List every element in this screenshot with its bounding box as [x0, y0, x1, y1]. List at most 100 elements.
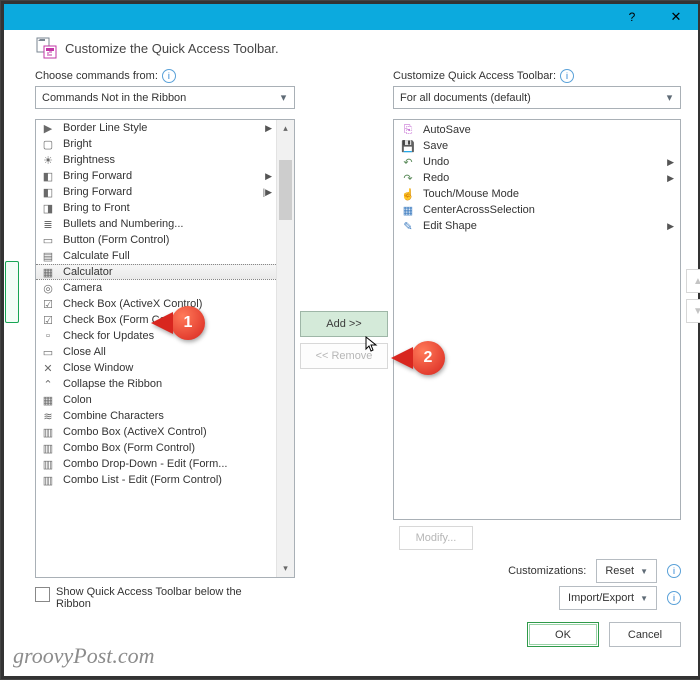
scroll-up-icon[interactable]: ▴ — [277, 120, 294, 137]
qat-item-label: AutoSave — [423, 124, 674, 136]
modify-button: Modify... — [399, 526, 473, 550]
scroll-thumb[interactable] — [279, 160, 292, 220]
command-icon: ⌃ — [40, 376, 56, 392]
list-item-label: Calculator — [63, 266, 272, 278]
list-item-label: Combo Box (ActiveX Control) — [63, 426, 272, 438]
customize-qat-dropdown[interactable]: For all documents (default) ▾ — [393, 86, 681, 109]
list-item-label: Combine Characters — [63, 410, 272, 422]
import-export-label: Import/Export — [568, 592, 634, 604]
caret-down-icon: ▼ — [640, 567, 648, 576]
info-icon[interactable]: i — [560, 69, 574, 83]
remove-button-label: << Remove — [316, 350, 373, 362]
qat-item[interactable]: 💾Save — [396, 138, 678, 154]
watermark: groovyPost.com — [13, 643, 155, 669]
import-export-button[interactable]: Import/Export ▼ — [559, 586, 657, 610]
reset-button[interactable]: Reset▼ — [596, 559, 657, 583]
dialog-buttons: OK Cancel — [527, 622, 681, 647]
background-ribbon-strip — [5, 261, 19, 323]
list-item[interactable]: ▦ Calculator — [36, 264, 276, 280]
list-item[interactable]: ▥Combo Drop-Down - Edit (Form... — [36, 456, 276, 472]
info-icon[interactable]: i — [667, 591, 681, 605]
qat-listbox[interactable]: ⎘AutoSave💾Save↶Undo▶↷Redo▶☝ Touch/Mouse M… — [393, 119, 681, 520]
command-icon: ▦ — [400, 202, 416, 218]
submenu-icon: ▶ — [667, 157, 674, 168]
options-panel: Customize the Quick Access Toolbar. Choo… — [35, 33, 681, 614]
list-item-label: Bring Forward — [63, 186, 272, 198]
add-button[interactable]: Add >> — [300, 311, 388, 337]
ok-button[interactable]: OK — [527, 622, 599, 647]
submenu-icon: ▶ — [265, 171, 272, 182]
move-down-button[interactable]: ▼ — [686, 299, 700, 323]
list-item[interactable]: ▭Button (Form Control) — [36, 232, 276, 248]
callout-1: 1 — [171, 306, 205, 340]
info-icon[interactable]: i — [667, 564, 681, 578]
list-item-label: Calculate Full — [63, 250, 272, 262]
scroll-down-icon[interactable]: ▾ — [277, 560, 294, 577]
list-item[interactable]: ◧Bring Forward▶ — [36, 168, 276, 184]
list-item[interactable]: ▥Combo Box (ActiveX Control) — [36, 424, 276, 440]
list-item[interactable]: ▭Close All — [36, 344, 276, 360]
list-item[interactable]: ▥Combo List - Edit (Form Control) — [36, 472, 276, 488]
command-icon: ☝ — [400, 186, 416, 202]
command-icon: ▦ — [40, 392, 56, 408]
list-item[interactable]: ◧Bring Forward|▶ — [36, 184, 276, 200]
command-icon: ▶ — [40, 120, 56, 136]
list-item[interactable]: ◨Bring to Front — [36, 200, 276, 216]
help-button[interactable]: ? — [610, 4, 654, 30]
list-item[interactable]: ▤ Calculate Full — [36, 248, 276, 264]
qat-item[interactable]: ✎Edit Shape▶ — [396, 218, 678, 234]
show-below-ribbon-row: Show Quick Access Toolbar below the Ribb… — [35, 586, 275, 610]
caret-down-icon: ▼ — [640, 594, 648, 603]
customizations-label: Customizations: — [508, 565, 586, 577]
list-item[interactable]: ▦ Colon — [36, 392, 276, 408]
add-button-label: Add >> — [326, 318, 361, 330]
command-icon: ▤ — [40, 248, 56, 264]
list-item[interactable]: ▢Bright — [36, 136, 276, 152]
list-item[interactable]: ◎Camera — [36, 280, 276, 296]
list-item[interactable]: ✕Close Window — [36, 360, 276, 376]
callout-2: 2 — [411, 341, 445, 375]
list-item-label: Close All — [63, 346, 272, 358]
command-icon: ◧ — [40, 184, 56, 200]
list-item[interactable]: ⌃ Collapse the Ribbon — [36, 376, 276, 392]
command-icon: ◧ — [40, 168, 56, 184]
qat-item[interactable]: ⎘AutoSave — [396, 122, 678, 138]
list-item-label: Border Line Style — [63, 122, 272, 134]
list-item-label: Close Window — [63, 362, 272, 374]
qat-item-label: Undo — [423, 156, 674, 168]
choose-commands-value: Commands Not in the Ribbon — [42, 92, 186, 104]
list-item[interactable]: ▶Border Line Style▶ — [36, 120, 276, 136]
show-below-ribbon-checkbox[interactable] — [35, 587, 50, 602]
list-item-label: Collapse the Ribbon — [63, 378, 272, 390]
panel-title: Customize the Quick Access Toolbar. — [65, 41, 279, 56]
list-item-label: Colon — [63, 394, 272, 406]
close-button[interactable]: ✕ — [654, 4, 698, 30]
customize-qat-value: For all documents (default) — [400, 92, 531, 104]
scrollbar[interactable]: ▴ ▾ — [276, 120, 294, 577]
qat-item[interactable]: ▦CenterAcrossSelection — [396, 202, 678, 218]
remove-button: << Remove — [300, 343, 388, 369]
commands-listbox[interactable]: ▶Border Line Style▶▢Bright☀Brightness◧Br… — [35, 119, 295, 578]
command-icon: ✎ — [400, 218, 416, 234]
qat-item-label: Touch/Mouse Mode — [423, 188, 674, 200]
info-icon[interactable]: i — [162, 69, 176, 83]
submenu-icon: ▶ — [667, 221, 674, 232]
command-icon: ▫ — [40, 328, 56, 344]
command-icon: ▦ — [40, 264, 56, 280]
list-item[interactable]: ☀Brightness — [36, 152, 276, 168]
reorder-buttons: ▲ ▼ — [686, 269, 700, 323]
qat-item[interactable]: ↶Undo▶ — [396, 154, 678, 170]
cancel-button[interactable]: Cancel — [609, 622, 681, 647]
move-up-button[interactable]: ▲ — [686, 269, 700, 293]
chevron-down-icon: ▾ — [662, 90, 677, 105]
show-below-ribbon-label: Show Quick Access Toolbar below the Ribb… — [56, 586, 275, 610]
qat-item[interactable]: ☝ Touch/Mouse Mode — [396, 186, 678, 202]
list-item[interactable]: ≣Bullets and Numbering... — [36, 216, 276, 232]
choose-commands-dropdown[interactable]: Commands Not in the Ribbon ▾ — [35, 86, 295, 109]
list-item[interactable]: ≋Combine Characters — [36, 408, 276, 424]
list-item-label: Combo Box (Form Control) — [63, 442, 272, 454]
qat-item[interactable]: ↷Redo▶ — [396, 170, 678, 186]
submenu-icon: ▶ — [667, 173, 674, 184]
choose-commands-label: Choose commands from:i — [35, 69, 295, 83]
list-item[interactable]: ▥Combo Box (Form Control) — [36, 440, 276, 456]
